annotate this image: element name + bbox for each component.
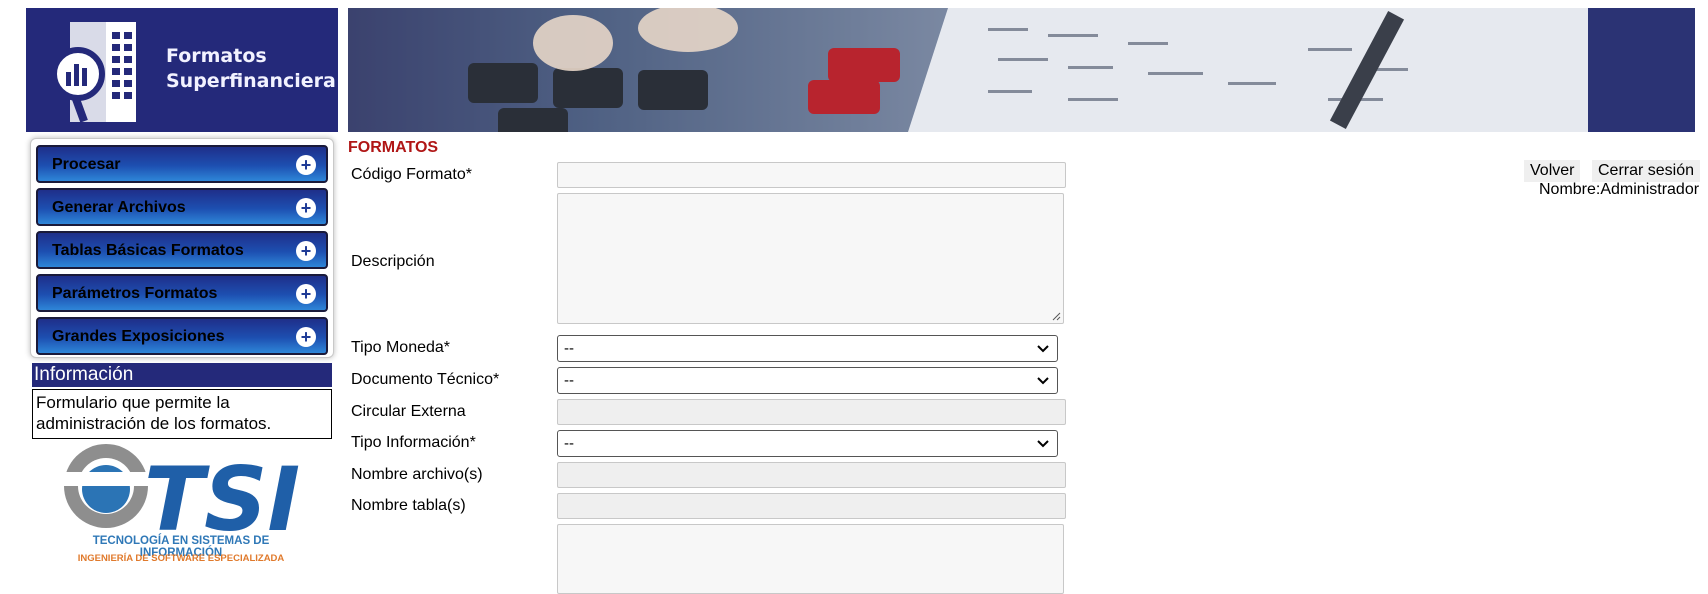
document-search-icon [51,22,136,123]
app-title-line1: Formatos [166,45,267,67]
chevron-down-icon [1037,440,1049,448]
codigo-formato-label: Código Formato* [351,166,472,183]
documento-tecnico-label: Documento Técnico* [351,371,500,388]
menu-item-label: Generar Archivos [52,199,186,216]
resize-handle-icon[interactable] [1052,312,1061,321]
menu-item-parametros-formatos[interactable]: Parámetros Formatos + [36,274,328,312]
menu-item-generar-archivos[interactable]: Generar Archivos + [36,188,328,226]
page-title: FORMATOS [348,139,439,156]
app-logo: Formatos Superfinanciera [26,8,338,132]
tipo-informacion-value: -- [564,435,574,452]
cerrar-sesion-button[interactable]: Cerrar sesión [1592,160,1701,182]
nombre-archivo-input[interactable] [557,462,1066,488]
plus-circle-icon[interactable]: + [296,198,316,218]
additional-textarea[interactable] [557,524,1064,594]
menu-item-label: Grandes Exposiciones [52,328,225,345]
documento-tecnico-value: -- [564,372,574,389]
menu-item-tablas-basicas[interactable]: Tablas Básicas Formatos + [36,231,328,269]
codigo-formato-input[interactable] [557,162,1066,188]
chevron-down-icon [1037,377,1049,385]
documento-tecnico-select[interactable]: -- [557,367,1058,394]
tipo-moneda-select[interactable]: -- [557,335,1058,362]
info-text: Formulario que permite la administración… [32,389,332,439]
plus-circle-icon[interactable]: + [296,284,316,304]
circular-externa-label: Circular Externa [351,403,466,420]
plus-circle-icon[interactable]: + [296,327,316,347]
menu-item-label: Tablas Básicas Formatos [52,242,244,259]
tipo-informacion-label: Tipo Información* [351,434,476,451]
header-banner [348,8,1695,132]
app-title: Formatos Superfinanciera [166,44,336,94]
nombre-tabla-label: Nombre tabla(s) [351,497,466,514]
tipo-informacion-select[interactable]: -- [557,430,1058,457]
descripcion-textarea[interactable] [557,193,1064,324]
circular-externa-input[interactable] [557,399,1066,425]
descripcion-label: Descripción [351,253,435,270]
volver-button[interactable]: Volver [1524,160,1581,182]
menu-item-label: Procesar [52,156,121,173]
nombre-tabla-input[interactable] [557,493,1066,519]
info-title: Información [32,363,332,387]
menu-item-grandes-exposiciones[interactable]: Grandes Exposiciones + [36,317,328,355]
menu-item-procesar[interactable]: Procesar + [36,145,328,183]
calculator-photo-image [348,8,1695,132]
plus-circle-icon[interactable]: + [296,155,316,175]
nombre-archivo-label: Nombre archivo(s) [351,466,483,483]
sidebar-menu: Procesar + Generar Archivos + Tablas Bás… [30,138,334,358]
menu-item-label: Parámetros Formatos [52,285,218,302]
user-name-label: Nombre:Administrador [1539,181,1700,198]
tipo-moneda-label: Tipo Moneda* [351,339,451,356]
company-subtagline: INGENIERÍA DE SOFTWARE ESPECIALIZADA [77,553,285,564]
plus-circle-icon[interactable]: + [296,241,316,261]
chevron-down-icon [1037,345,1049,353]
app-title-line2: Superfinanciera [166,70,336,92]
tipo-moneda-value: -- [564,340,574,357]
